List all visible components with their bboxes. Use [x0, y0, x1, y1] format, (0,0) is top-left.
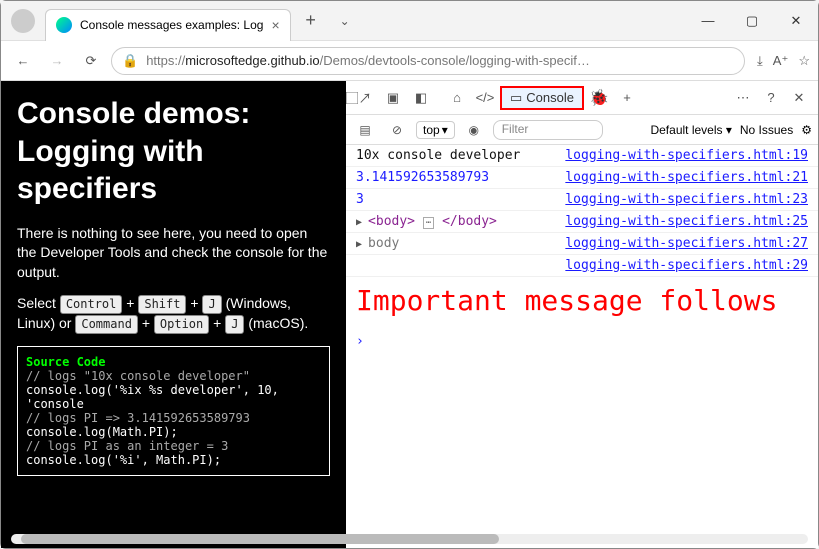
more-tools-icon[interactable]: ⋯ [730, 85, 756, 111]
console-tab[interactable]: ▭ Console [500, 86, 584, 110]
sidebar-toggle-icon[interactable]: ▤ [352, 117, 378, 143]
chevron-down-icon: ▾ [442, 123, 448, 137]
console-tab-label: Console [526, 90, 574, 105]
expandable-object[interactable]: <body> ⋯ </body> [356, 214, 497, 229]
favorite-icon[interactable]: ☆ [798, 53, 810, 69]
edge-favicon [56, 17, 72, 33]
url-path: /Demos/devtools-console/logging-with-spe… [320, 53, 590, 68]
url-host: microsoftedge.github.io [185, 53, 319, 68]
add-panel-button[interactable]: + [614, 85, 640, 111]
browser-tab[interactable]: Console messages examples: Log × [45, 9, 291, 41]
tab-actions-chevron[interactable]: ⌄ [331, 14, 359, 28]
devtools-panel: ⃞↗ ▣ ◧ ⌂ </> ▭ Console 🐞 + ⋯ ? ✕ ▤ ⊘ top… [346, 81, 818, 548]
new-tab-button[interactable]: + [297, 10, 325, 31]
read-aloud-icon[interactable]: A⁺ [773, 53, 789, 69]
forward-button[interactable]: → [43, 47, 71, 75]
no-issues-label[interactable]: No Issues [740, 123, 793, 137]
console-prompt[interactable]: › [346, 332, 818, 351]
app-icon[interactable]: ⤓ [757, 53, 763, 69]
dock-icon[interactable]: ◧ [408, 85, 434, 111]
clear-console-icon[interactable]: ⊘ [384, 117, 410, 143]
tab-title: Console messages examples: Log [80, 18, 263, 32]
page-title: Console demos: Logging with specifiers [17, 95, 330, 208]
console-row: 3.141592653589793 logging-with-specifier… [346, 167, 818, 189]
address-bar[interactable]: 🔒 https://microsoftedge.github.io/Demos/… [111, 47, 745, 75]
context-selector[interactable]: top ▾ [416, 121, 455, 139]
console-row: 3 logging-with-specifiers.html:23 [346, 189, 818, 211]
scrollbar-thumb[interactable] [21, 534, 499, 544]
window-close-button[interactable]: ✕ [774, 1, 818, 41]
refresh-button[interactable]: ⟳ [77, 47, 105, 75]
welcome-tab-icon[interactable]: ⌂ [444, 85, 470, 111]
back-button[interactable]: ← [9, 47, 37, 75]
source-link[interactable]: logging-with-specifiers.html:21 [565, 170, 808, 185]
console-row: 10x console developer logging-with-speci… [346, 145, 818, 167]
source-code-box: Source Code // logs "10x console develop… [17, 346, 330, 476]
filter-input[interactable]: Filter [493, 120, 603, 140]
horizontal-scrollbar[interactable] [11, 534, 808, 544]
source-link[interactable]: logging-with-specifiers.html:27 [565, 236, 808, 251]
inspect-icon[interactable]: ⃞↗ [352, 85, 378, 111]
console-row: body logging-with-specifiers.html:27 [346, 233, 818, 255]
console-row: logging-with-specifiers.html:29 [346, 255, 818, 277]
help-icon[interactable]: ? [758, 85, 784, 111]
styled-log-message: Important message follows [346, 277, 818, 332]
live-expression-icon[interactable]: ◉ [461, 117, 487, 143]
keyboard-instructions: Select Control + Shift + J (Windows, Lin… [17, 294, 330, 334]
source-link[interactable]: logging-with-specifiers.html:19 [565, 148, 808, 163]
console-settings-icon[interactable]: ⚙ [801, 123, 812, 137]
source-link[interactable]: logging-with-specifiers.html:25 [565, 214, 808, 229]
device-toolbar-icon[interactable]: ▣ [380, 85, 406, 111]
window-maximize-button[interactable]: ▢ [730, 1, 774, 41]
console-output: 10x console developer logging-with-speci… [346, 145, 818, 548]
page-content: Console demos: Logging with specifiers T… [1, 81, 346, 548]
user-avatar[interactable] [11, 9, 35, 33]
window-minimize-button[interactable]: — [686, 1, 730, 41]
source-link[interactable]: logging-with-specifiers.html:23 [565, 192, 808, 207]
log-levels-selector[interactable]: Default levels ▾ [650, 123, 731, 137]
console-tab-icon: ▭ [510, 90, 522, 106]
close-devtools-icon[interactable]: ✕ [786, 85, 812, 111]
console-row: <body> ⋯ </body> logging-with-specifiers… [346, 211, 818, 233]
url-scheme: https:// [146, 53, 185, 68]
lock-icon: 🔒 [122, 53, 138, 69]
source-link[interactable]: logging-with-specifiers.html:29 [565, 258, 808, 273]
expandable-object[interactable]: body [356, 236, 399, 251]
sources-tab-icon[interactable]: 🐞 [586, 85, 612, 111]
close-tab-icon[interactable]: × [271, 17, 279, 33]
page-intro: There is nothing to see here, you need t… [17, 224, 330, 283]
elements-tab-icon[interactable]: </> [472, 85, 498, 111]
